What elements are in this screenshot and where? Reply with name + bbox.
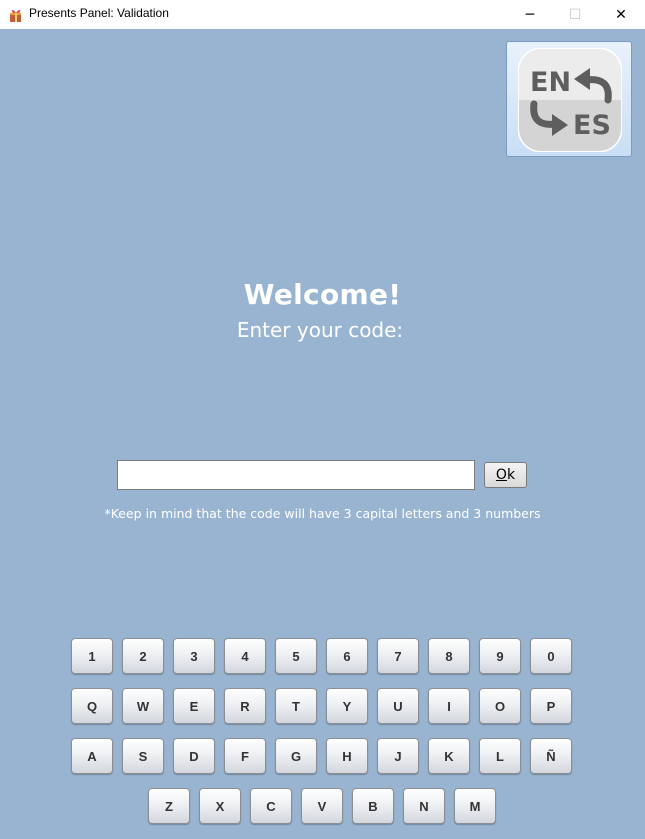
enter-code-label: Enter your code: (236, 318, 404, 342)
key[interactable]: X (199, 788, 241, 824)
key[interactable]: A (71, 738, 113, 774)
key[interactable]: H (326, 738, 368, 774)
ok-label-rest: k (506, 467, 516, 483)
key[interactable]: S (122, 738, 164, 774)
key[interactable]: 4 (224, 638, 266, 674)
close-button[interactable]: ✕ (598, 0, 644, 29)
key[interactable]: Y (326, 688, 368, 724)
code-hint: *Keep in mind that the code will have 3 … (104, 506, 541, 521)
title-bar: Presents Panel: Validation ─ ☐ ✕ (0, 0, 645, 29)
key[interactable]: J (377, 738, 419, 774)
key[interactable]: C (250, 788, 292, 824)
key[interactable]: O (479, 688, 521, 724)
language-toggle-button[interactable]: EN ES (506, 41, 632, 157)
app-icon (8, 7, 24, 23)
key[interactable]: F (224, 738, 266, 774)
key[interactable]: R (224, 688, 266, 724)
key[interactable]: E (173, 688, 215, 724)
key[interactable]: Q (71, 688, 113, 724)
key[interactable]: D (173, 738, 215, 774)
lang-to-label: ES (573, 110, 611, 141)
key[interactable]: M (454, 788, 496, 824)
lang-from-label: EN (530, 67, 571, 98)
key[interactable]: P (530, 688, 572, 724)
window-title: Presents Panel: Validation (29, 6, 169, 20)
key[interactable]: N (403, 788, 445, 824)
key[interactable]: 5 (275, 638, 317, 674)
key[interactable]: 8 (428, 638, 470, 674)
key[interactable]: Z (148, 788, 190, 824)
key[interactable]: Ñ (530, 738, 572, 774)
minimize-button[interactable]: ─ (507, 0, 553, 29)
ok-mnemonic: O (495, 467, 507, 483)
key[interactable]: W (122, 688, 164, 724)
key[interactable]: L (479, 738, 521, 774)
key[interactable]: B (352, 788, 394, 824)
key[interactable]: 9 (479, 638, 521, 674)
key[interactable]: G (275, 738, 317, 774)
key[interactable]: 3 (173, 638, 215, 674)
key[interactable]: V (301, 788, 343, 824)
language-swap-icon: EN ES (518, 48, 622, 152)
key[interactable]: T (275, 688, 317, 724)
key[interactable]: 7 (377, 638, 419, 674)
key[interactable]: U (377, 688, 419, 724)
welcome-heading: Welcome! (243, 278, 402, 311)
key[interactable]: 6 (326, 638, 368, 674)
ok-button[interactable]: Ok (484, 462, 527, 488)
key[interactable]: 2 (122, 638, 164, 674)
code-input[interactable] (117, 460, 475, 490)
key[interactable]: K (428, 738, 470, 774)
key[interactable]: 1 (71, 638, 113, 674)
key[interactable]: 0 (530, 638, 572, 674)
maximize-button[interactable]: ☐ (552, 0, 598, 29)
key[interactable]: I (428, 688, 470, 724)
